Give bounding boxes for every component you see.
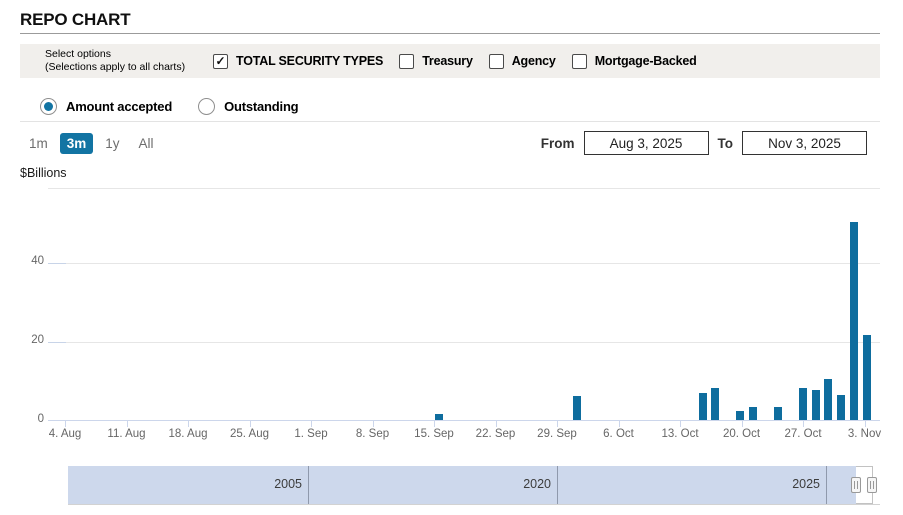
radio-label: Amount accepted: [66, 98, 173, 114]
checkbox-label: Mortgage-Backed: [594, 54, 697, 68]
checkbox-item-treasury[interactable]: Treasury: [399, 53, 473, 69]
checkbox-label: Treasury: [422, 54, 473, 68]
navigator[interactable]: 2005 2020 2025: [68, 466, 880, 505]
x-axis-label: 27. Oct: [784, 428, 822, 440]
x-axis-tick: [249, 420, 251, 427]
x-axis-label: 15. Sep: [414, 428, 454, 440]
x-axis-label: 20. Oct: [722, 428, 761, 440]
x-axis-tick: [557, 420, 558, 427]
x-axis-label: 29. Sep: [537, 428, 577, 440]
x-axis-tick: [126, 420, 128, 427]
from-date-input[interactable]: [583, 131, 709, 155]
unchecked-checkbox-icon[interactable]: [399, 53, 415, 69]
bar-oct-30[interactable]: [836, 395, 845, 420]
bar-nov-3[interactable]: [862, 335, 871, 420]
series-toggle-group: Amount accepted Outstanding: [40, 92, 324, 120]
security-type-checkbox-group: ✓ TOTAL SECURITY TYPES Treasury Agency Mortg…: [213, 53, 713, 69]
y-axis-units-label: $Billions: [20, 166, 67, 180]
x-axis-label: 4. Aug: [48, 428, 82, 440]
range-button-all[interactable]: All: [132, 133, 161, 154]
bar-oct-29[interactable]: [824, 379, 832, 420]
checkbox-label: TOTAL SECURITY TYPES: [236, 54, 384, 68]
x-axis-tick: [311, 420, 312, 427]
selected-radio-icon[interactable]: [40, 97, 57, 115]
select-options-line2: (Selections apply to all charts): [45, 61, 186, 73]
bar-oct-31[interactable]: [849, 222, 858, 420]
x-axis-tick: [434, 420, 435, 427]
to-label: To: [717, 135, 734, 151]
radio-item-outstanding[interactable]: Outstanding: [198, 97, 299, 115]
x-axis-tick: [495, 420, 497, 427]
checkbox-item-mortgage-backed[interactable]: Mortgage-Backed: [571, 53, 697, 69]
range-button-3m[interactable]: 3m: [59, 132, 94, 154]
x-axis-tick: [741, 420, 743, 427]
bar-oct-16[interactable]: [711, 388, 719, 420]
x-axis-tick: [864, 420, 866, 427]
radio-item-amount-accepted[interactable]: Amount accepted: [40, 97, 173, 115]
bar-oct-21[interactable]: [748, 407, 757, 420]
x-axis-tick: [372, 420, 374, 427]
checkbox-item-agency[interactable]: Agency: [488, 53, 556, 69]
x-axis-label: 1. Sep: [294, 428, 328, 440]
y-axis-label: 0: [37, 413, 44, 425]
unchecked-checkbox-icon[interactable]: [571, 53, 587, 69]
x-axis-label: 18. Aug: [168, 428, 208, 440]
x-axis-tick: [680, 420, 681, 427]
select-options-line1: Select options: [45, 47, 111, 60]
x-axis-tick: [65, 420, 66, 427]
to-date-input[interactable]: [742, 131, 867, 155]
x-axis-tick: [618, 420, 620, 427]
bar-oct-28[interactable]: [811, 390, 820, 420]
navigator-year-label: 2020: [523, 477, 551, 491]
navigator-year-divider: [308, 466, 309, 504]
bar-oct-20[interactable]: [736, 411, 744, 420]
y-axis-label: 20: [31, 334, 44, 346]
x-axis-label: 11. Aug: [107, 428, 146, 440]
series-divider: [20, 121, 880, 122]
x-axis-label: 22. Sep: [475, 428, 516, 440]
navigator-year-label: 2005: [274, 477, 302, 491]
x-axis-label: 25. Aug: [229, 428, 269, 440]
navigator-right-handle[interactable]: [867, 477, 877, 493]
x-axis-tick: [188, 420, 189, 427]
title-divider: [20, 33, 880, 34]
y-axis-label: 40: [31, 255, 44, 267]
x-axis-tick: [803, 420, 804, 427]
options-bar: Select options (Selections apply to all …: [20, 44, 880, 78]
navigator-year-divider: [826, 466, 827, 504]
bar-oct-27[interactable]: [799, 388, 807, 420]
unchecked-checkbox-icon[interactable]: [488, 53, 504, 69]
date-range-controls: From To: [541, 131, 880, 155]
x-axis-label: 8. Sep: [355, 428, 390, 440]
bar-sep-15[interactable]: [434, 414, 443, 420]
radio-label: Outstanding: [224, 98, 299, 114]
checked-checkbox-icon[interactable]: ✓: [213, 53, 228, 69]
range-button-1y[interactable]: 1y: [98, 133, 126, 154]
range-buttons: 1m 3m 1y All: [22, 132, 166, 154]
navigator-mask[interactable]: [68, 466, 857, 504]
bar-oct-1[interactable]: [572, 396, 581, 420]
navigator-year-label: 2025: [792, 477, 820, 491]
range-button-1m[interactable]: 1m: [22, 133, 55, 154]
checkbox-item-total-security-types[interactable]: ✓ TOTAL SECURITY TYPES: [213, 53, 384, 69]
x-axis-label: 13. Oct: [661, 428, 699, 440]
bar-oct-15[interactable]: [698, 393, 707, 420]
select-options-label: Select options (Selections apply to all …: [45, 48, 197, 74]
page-title: REPO CHART: [20, 10, 131, 29]
navigator-year-divider: [557, 466, 558, 504]
checkbox-label: Agency: [511, 54, 556, 68]
unselected-radio-icon[interactable]: [198, 97, 216, 115]
repo-chart-app: REPO CHART Select options (Selections ap…: [0, 0, 903, 515]
navigator-left-handle[interactable]: [851, 477, 861, 493]
x-axis-label: 3. Nov: [847, 428, 882, 440]
from-label: From: [540, 135, 575, 151]
y-gridline-40: [48, 263, 880, 264]
y-gridline-20: [48, 342, 880, 343]
plot-area: [48, 188, 880, 421]
x-axis-line: [48, 420, 880, 421]
x-axis-label: 6. Oct: [603, 428, 634, 440]
range-selector: 1m3m1y All From To: [20, 130, 880, 156]
bar-oct-24[interactable]: [773, 407, 782, 420]
